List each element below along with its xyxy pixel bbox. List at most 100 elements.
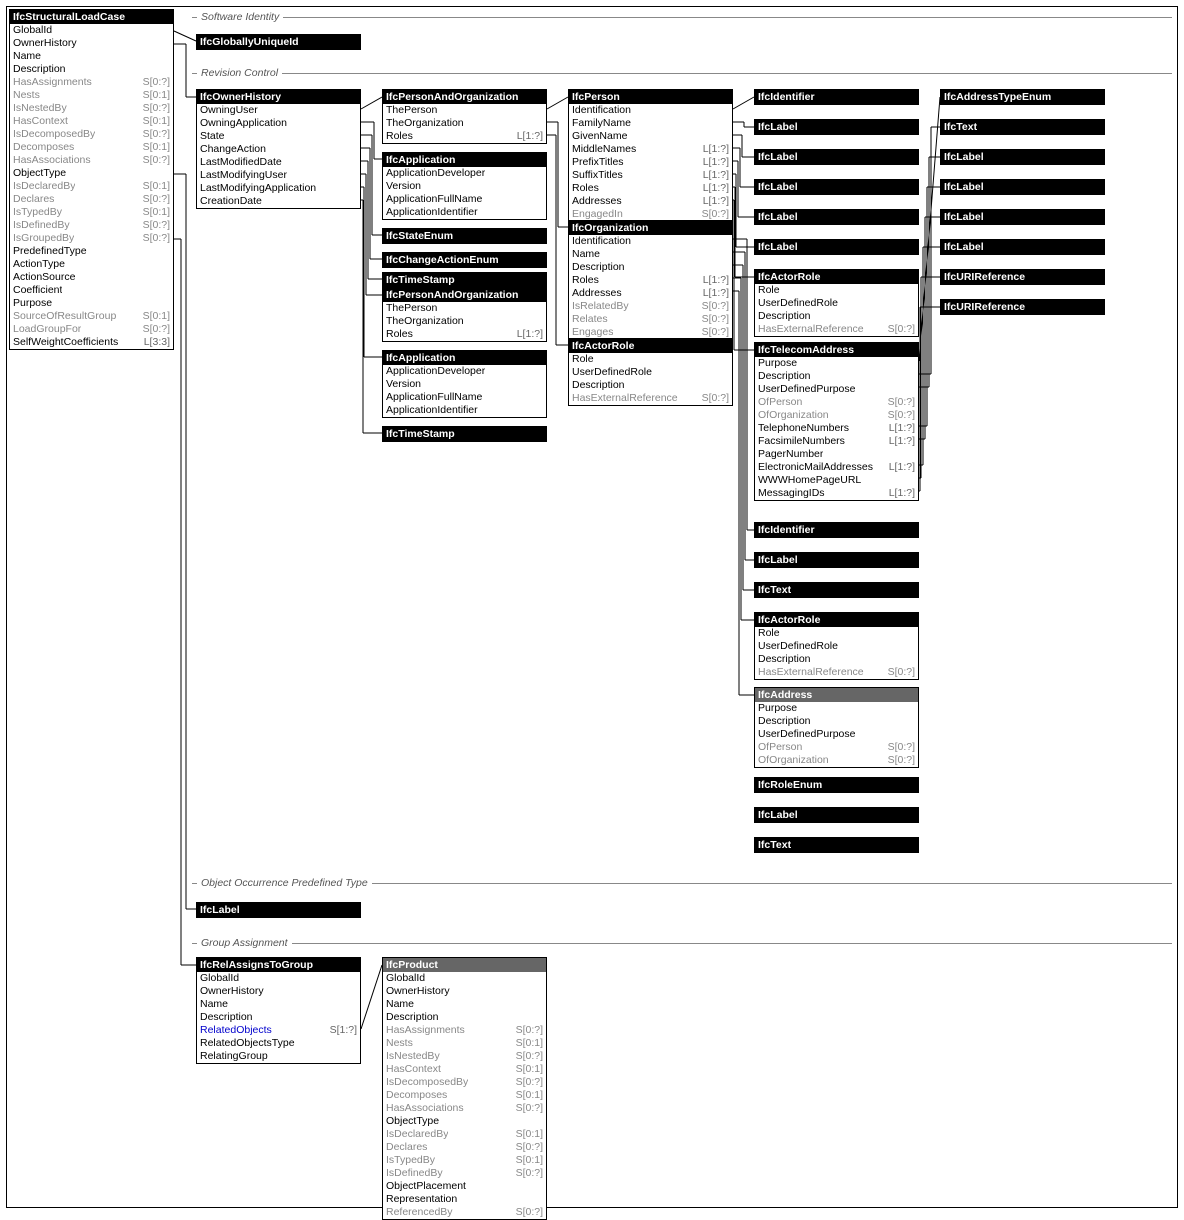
attribute-row: Coefficient — [10, 284, 173, 297]
attribute-row: ThePerson — [383, 302, 546, 315]
entity-box: IfcActorRoleRoleUserDefinedRoleDescripti… — [754, 269, 919, 337]
attribute-row: Description — [383, 1011, 546, 1024]
attribute-name: IsRelatedBy — [572, 300, 629, 313]
attribute-name: HasExternalReference — [572, 392, 678, 405]
attribute-row: ApplicationDeveloper — [383, 167, 546, 180]
attribute-row: Role — [569, 353, 732, 366]
entity-box: IfcOwnerHistoryOwningUserOwningApplicati… — [196, 89, 361, 209]
attribute-cardinality: S[0:?] — [139, 193, 170, 206]
attribute-row: Name — [197, 998, 360, 1011]
attribute-row: Purpose — [755, 357, 918, 370]
attribute-name: Nests — [386, 1037, 413, 1050]
attribute-row: IsNestedByS[0:?] — [10, 102, 173, 115]
attribute-name: PrefixTitles — [572, 156, 624, 169]
section-divider — [192, 943, 1172, 944]
attribute-cardinality: S[0:?] — [884, 409, 915, 422]
type-box: IfcLabel — [196, 902, 361, 918]
attribute-name: Description — [572, 379, 625, 392]
attribute-cardinality: S[0:?] — [698, 300, 729, 313]
attribute-row: Description — [755, 370, 918, 383]
attribute-row: RolesL[1:?] — [383, 328, 546, 341]
attribute-name: Description — [758, 653, 811, 666]
attribute-row: RelatedObjectsType — [197, 1037, 360, 1050]
attribute-cardinality: L[1:?] — [513, 328, 543, 341]
attribute-name: OwningApplication — [200, 117, 287, 130]
attribute-row: HasExternalReferenceS[0:?] — [569, 392, 732, 405]
attribute-row: ApplicationFullName — [383, 391, 546, 404]
attribute-row: HasAssignmentsS[0:?] — [10, 76, 173, 89]
attribute-name: HasContext — [13, 115, 68, 128]
entity-header: IfcApplication — [383, 351, 546, 365]
attribute-row: CreationDate — [197, 195, 360, 208]
attribute-name: FacsimileNumbers — [758, 435, 845, 448]
attribute-row: Identification — [569, 235, 732, 248]
attribute-row: ApplicationIdentifier — [383, 404, 546, 417]
attribute-row: UserDefinedPurpose — [755, 383, 918, 396]
attribute-row: HasAssociationsS[0:?] — [10, 154, 173, 167]
entity-header: IfcActorRole — [755, 270, 918, 284]
attribute-name: MessagingIDs — [758, 487, 825, 500]
type-box: IfcTimeStamp — [382, 272, 547, 288]
attribute-name: Declares — [386, 1141, 427, 1154]
attribute-name: UserDefinedRole — [758, 297, 838, 310]
entity-box: IfcActorRoleRoleUserDefinedRoleDescripti… — [568, 338, 733, 406]
attribute-row: TheOrganization — [383, 315, 546, 328]
attribute-name: Coefficient — [13, 284, 62, 297]
attribute-name: Name — [13, 50, 41, 63]
attribute-cardinality: S[0:?] — [512, 1050, 543, 1063]
attribute-name: RelatedObjectsType — [200, 1037, 295, 1050]
attribute-name: ElectronicMailAddresses — [758, 461, 873, 474]
attribute-row: Representation — [383, 1193, 546, 1206]
attribute-name: State — [200, 130, 225, 143]
attribute-name: IsDecomposedBy — [386, 1076, 468, 1089]
attribute-cardinality: S[0:?] — [139, 102, 170, 115]
attribute-row: HasAssignments S[0:?] — [383, 1024, 546, 1037]
attribute-row: MiddleNamesL[1:?] — [569, 143, 732, 156]
type-box: IfcLabel — [754, 552, 919, 568]
attribute-row: Description — [197, 1011, 360, 1024]
attribute-name: ObjectType — [13, 167, 66, 180]
attribute-row: UserDefinedRole — [755, 640, 918, 653]
attribute-row: IsDefinedByS[0:?] — [383, 1167, 546, 1180]
attribute-cardinality: S[0:?] — [512, 1024, 543, 1037]
attribute-name: HasAssociations — [386, 1102, 464, 1115]
attribute-name: Declares — [13, 193, 54, 206]
attribute-name: UserDefinedPurpose — [758, 728, 855, 741]
attribute-name: HasAssignments — [386, 1024, 465, 1037]
attribute-name: Role — [758, 627, 780, 640]
attribute-row: Role — [755, 627, 918, 640]
attribute-cardinality: S[0:?] — [139, 219, 170, 232]
attribute-cardinality: S[0:?] — [512, 1141, 543, 1154]
attribute-cardinality: S[0:?] — [884, 754, 915, 767]
attribute-row: IsRelatedBy S[0:?] — [569, 300, 732, 313]
attribute-name: ActionSource — [13, 271, 75, 284]
attribute-name: OwnerHistory — [200, 985, 264, 998]
attribute-name: Description — [758, 370, 811, 383]
attribute-name: RelatedObjects — [200, 1024, 272, 1037]
attribute-name: OfPerson — [758, 741, 802, 754]
attribute-row: ApplicationFullName — [383, 193, 546, 206]
attribute-name: FamilyName — [572, 117, 631, 130]
attribute-cardinality: S[0:1] — [512, 1089, 543, 1102]
attribute-row: MessagingIDsL[1:?] — [755, 487, 918, 500]
attribute-row: Description — [755, 653, 918, 666]
attribute-row: Purpose — [10, 297, 173, 310]
entity-box: IfcApplicationApplicationDeveloperVersio… — [382, 350, 547, 418]
section-label: Software Identity — [197, 11, 283, 23]
attribute-row: Role — [755, 284, 918, 297]
attribute-name: ReferencedBy — [386, 1206, 453, 1219]
type-box: IfcURIReference — [940, 269, 1105, 285]
type-box: IfcLabel — [940, 149, 1105, 165]
attribute-name: ObjectType — [386, 1115, 439, 1128]
attribute-cardinality: S[0:1] — [139, 89, 170, 102]
entity-header: IfcPersonAndOrganization — [383, 90, 546, 104]
attribute-row: ObjectType — [10, 167, 173, 180]
attribute-row: RelatingGroup — [197, 1050, 360, 1063]
attribute-cardinality: S[0:1] — [512, 1037, 543, 1050]
type-box: IfcText — [754, 582, 919, 598]
attribute-row: GlobalId — [10, 24, 173, 37]
attribute-row: GlobalId — [383, 972, 546, 985]
attribute-row: RelatedObjectsS[1:?] — [197, 1024, 360, 1037]
attribute-name: Roles — [572, 274, 599, 287]
attribute-cardinality: L[1:?] — [699, 156, 729, 169]
